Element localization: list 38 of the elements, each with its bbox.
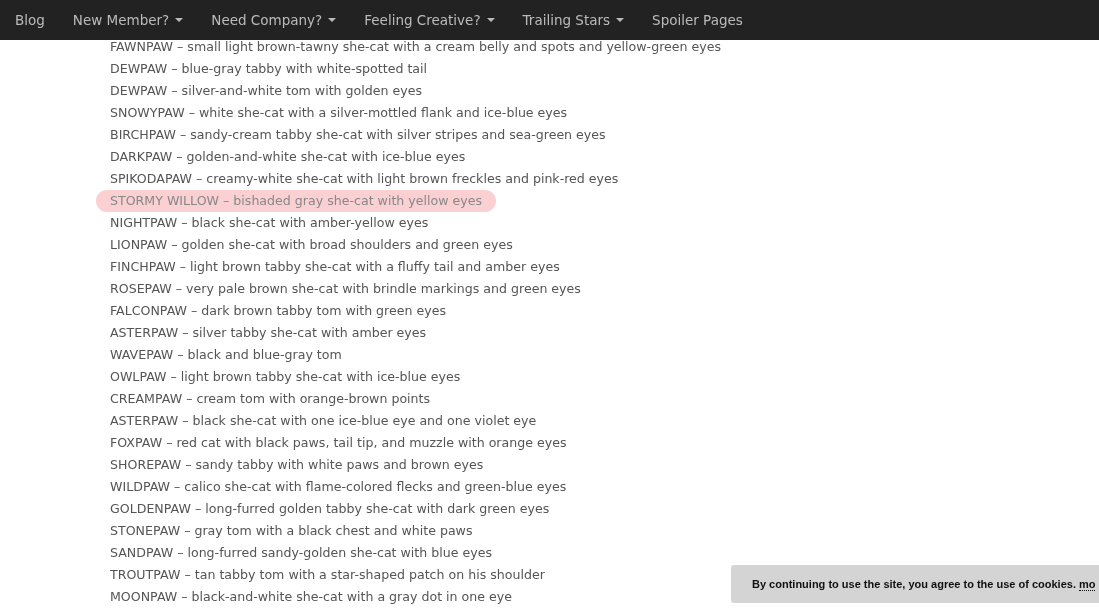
list-entry: NIGHTPAW – black she-cat with amber-yellow eyes bbox=[110, 214, 429, 232]
list-entry: WILDPAW – calico she-cat with flame-colored flecks and green-blue eyes bbox=[110, 478, 567, 496]
cookie-message: By continuing to use the site, you agree to the use of cookies. bbox=[752, 578, 1076, 590]
list-entry: GOLDENPAW – long-furred golden tabby she-cat with dark green eyes bbox=[110, 500, 550, 518]
nav-link[interactable]: Spoiler Pages bbox=[652, 12, 743, 28]
list-entry: DEWPAW – blue-gray tabby with white-spotted tail bbox=[110, 60, 428, 78]
nav-link[interactable]: Trailing Stars bbox=[522, 12, 625, 28]
more-link[interactable]: mo bbox=[1078, 577, 1096, 591]
list-entry: ASTERPAW – silver tabby she-cat with amber eyes bbox=[110, 324, 427, 342]
list-entry: FALCONPAW – dark brown tabby tom with green eyes bbox=[110, 302, 446, 320]
list-entry: DEWPAW – silver-and-white tom with golden eyes bbox=[110, 82, 423, 100]
caret-icon bbox=[328, 18, 337, 22]
list-entry: STORMY WILLOW – bishaded gray she-cat with yellow eyes bbox=[96, 190, 497, 212]
caret-icon bbox=[175, 18, 184, 22]
list-entry: OWLPAW – light brown tabby she-cat with ice-blue eyes bbox=[110, 368, 461, 386]
list-entry: TROUTPAW – tan tabby tom with a star-shaped patch on his shoulder bbox=[110, 566, 545, 584]
list-entry: STONEPAW – gray tom with a black chest and white paws bbox=[110, 522, 473, 540]
list-entry: BIRCHPAW – sandy-cream tabby she-cat with silver stripes and sea-green eyes bbox=[110, 126, 606, 144]
list-entry: ASTERPAW – black she-cat with one ice-blue eye and one violet eye bbox=[110, 412, 537, 430]
caret-icon bbox=[616, 18, 625, 22]
list-entry: MOONPAW – black-and-white she-cat with a gray dot in one eye bbox=[110, 588, 512, 606]
nav-link[interactable]: Blog bbox=[15, 12, 45, 28]
list-entry: SPIKODAPAW – creamy-white she-cat with light brown freckles and pink-red eyes bbox=[110, 170, 619, 188]
nav-link[interactable]: Feeling Creative? bbox=[364, 12, 495, 28]
list-entry: LIONPAW – golden she-cat with broad shoulders and green eyes bbox=[110, 236, 513, 254]
list-entry: SANDPAW – long-furred sandy-golden she-cat with blue eyes bbox=[110, 544, 492, 562]
list-entry: WAVEPAW – black and blue-gray tom bbox=[110, 346, 342, 364]
nav-link[interactable]: Need Company? bbox=[211, 12, 337, 28]
caret-icon bbox=[486, 18, 495, 22]
list-entry: FAWNPAW – small light brown-tawny she-cat with a cream belly and spots and yellow-green eyes bbox=[110, 38, 722, 56]
nav-link[interactable]: New Member? bbox=[72, 12, 184, 28]
list-entry: FINCHPAW – light brown tabby she-cat with a fluffy tail and amber eyes bbox=[110, 258, 560, 276]
list-entry: SHOREPAW – sandy tabby with white paws and brown eyes bbox=[110, 456, 484, 474]
list-entry: FOXPAW – red cat with black paws, tail tip, and muzzle with orange eyes bbox=[110, 434, 567, 452]
list-entry: SNOWYPAW – white she-cat with a silver-mottled flank and ice-blue eyes bbox=[110, 104, 568, 122]
list-entry: ROSEPAW – very pale brown she-cat with brindle markings and green eyes bbox=[110, 280, 581, 298]
list-entry: DARKPAW – golden-and-white she-cat with ice-blue eyes bbox=[110, 148, 466, 166]
list-entry: CREAMPAW – cream tom with orange-brown points bbox=[110, 390, 431, 408]
